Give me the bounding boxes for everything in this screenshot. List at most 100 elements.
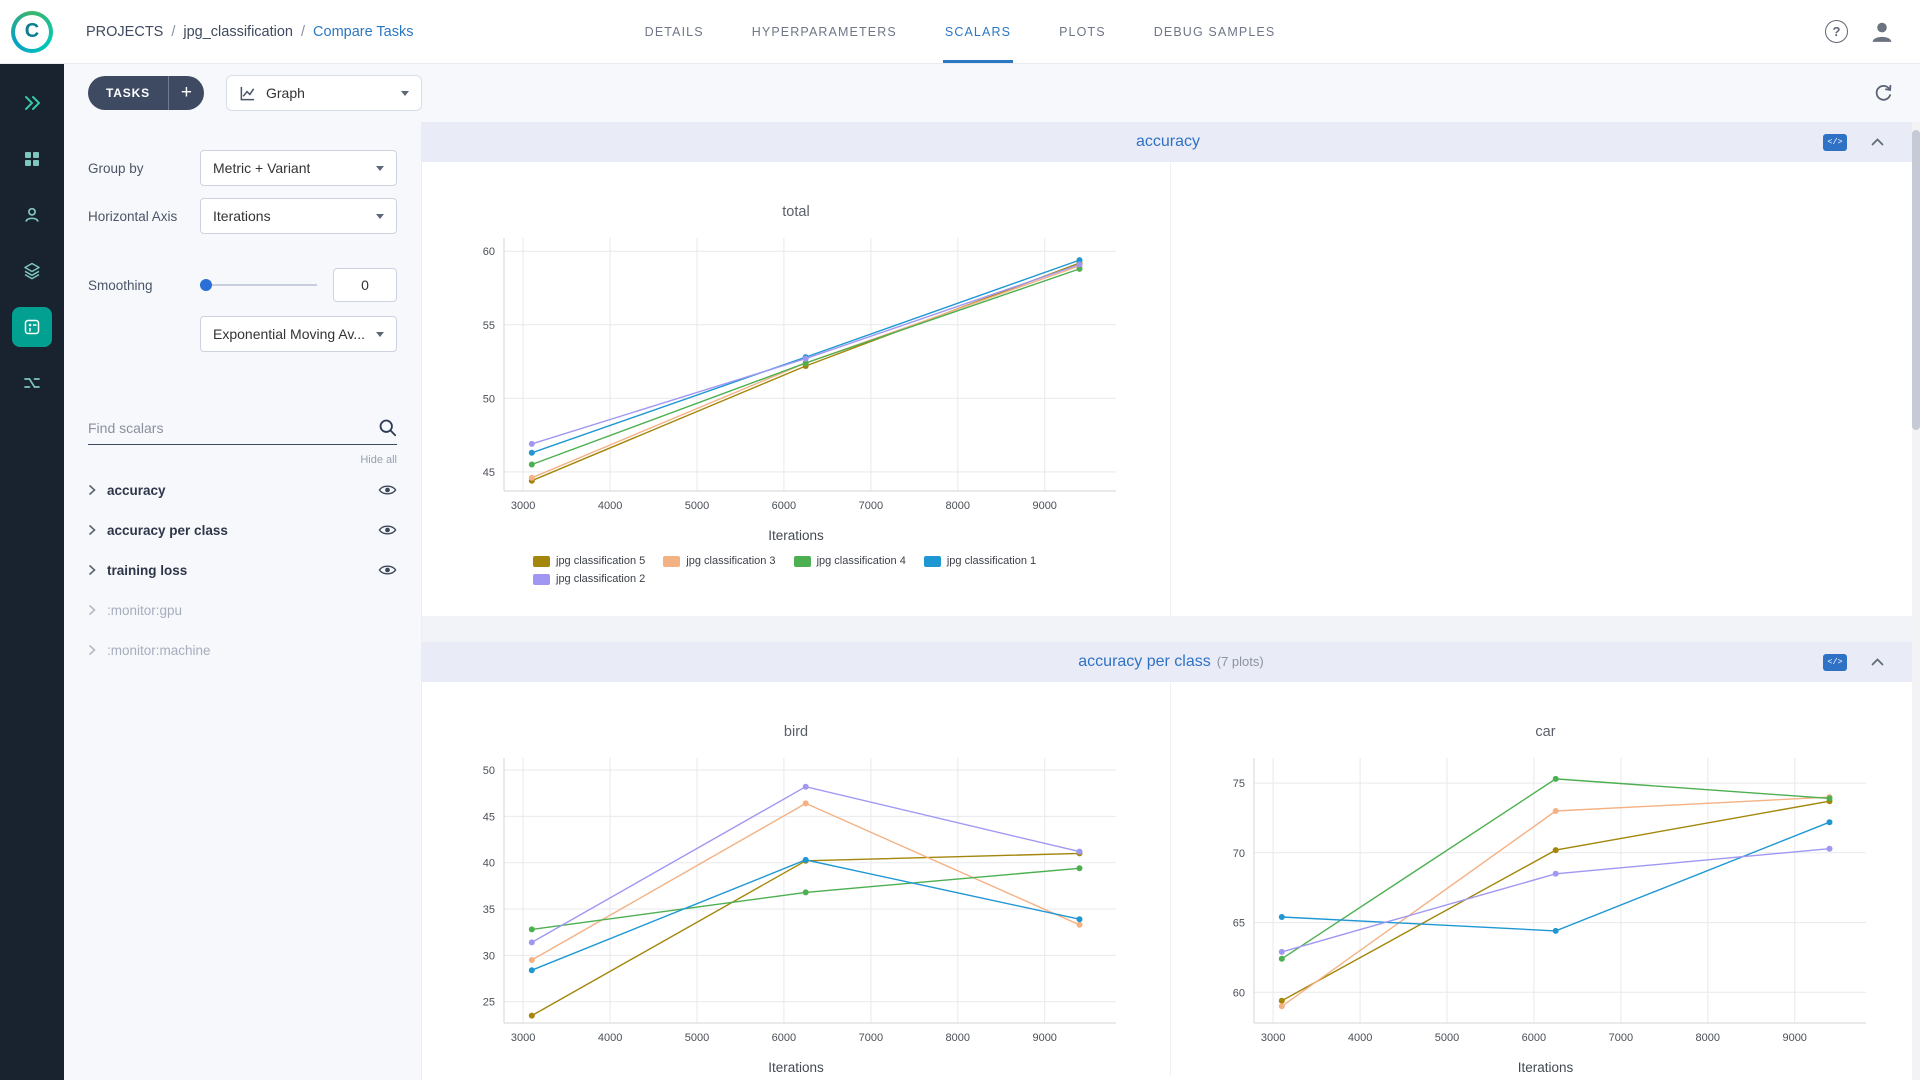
data-point-marker[interactable] [1552,870,1559,877]
legend-label: jpg classification 2 [556,573,646,585]
breadcrumb-current[interactable]: Compare Tasks [313,24,413,40]
scalar-group-monitor-machine[interactable]: :monitor:machine [88,630,397,670]
smoothing-slider-knob[interactable] [200,279,212,291]
tab-scalars[interactable]: SCALARS [942,0,1014,63]
scalar-group-accuracy-per-class[interactable]: accuracy per class [88,510,397,550]
group-by-select[interactable]: Metric + Variant [200,150,397,186]
data-point-marker[interactable] [1552,847,1559,854]
eye-visibility-icon[interactable] [378,483,397,497]
data-point-marker[interactable] [1278,955,1285,962]
tab-details[interactable]: DETAILS [645,0,704,63]
hide-all-link[interactable]: Hide all [88,454,397,466]
breadcrumb-project-name[interactable]: jpg_classification [183,24,293,40]
data-point-marker[interactable] [528,967,535,974]
datasets-icon[interactable] [12,251,52,291]
scalar-group-monitor-gpu[interactable]: :monitor:gpu [88,590,397,630]
data-point-marker[interactable] [1552,775,1559,782]
experiments-icon[interactable] [12,307,52,347]
data-point-marker[interactable] [802,800,809,807]
data-point-marker[interactable] [1076,865,1083,872]
data-point-marker[interactable] [802,783,809,790]
legend-item[interactable]: jpg classification 4 [793,555,906,567]
eye-visibility-icon[interactable] [378,563,397,577]
search-icon[interactable] [378,418,397,437]
user-avatar-icon[interactable] [1868,18,1896,46]
data-point-marker[interactable] [1552,808,1559,814]
data-point-marker[interactable] [528,449,535,456]
data-point-marker[interactable] [802,355,809,362]
data-point-marker[interactable] [1076,848,1083,855]
dashboard-icon[interactable] [12,139,52,179]
pipelines-icon[interactable] [12,363,52,403]
series-line [531,852,1080,1017]
chart-plot-area[interactable]: 3000 4000 5000 6000 7000 8000 9000 60 65 70 75 [1192,750,1900,1058]
tab-hyperparameters[interactable]: HYPERPARAMETERS [752,0,897,63]
data-point-marker[interactable] [1076,916,1083,923]
series-line [531,859,1080,971]
legend-item[interactable]: jpg classification 2 [533,573,645,585]
data-point-marker[interactable] [528,926,535,933]
find-scalars-input[interactable] [88,419,378,436]
data-point-marker[interactable] [802,856,809,863]
data-point-marker[interactable] [1826,845,1832,852]
scalar-group-training-loss[interactable]: training loss [88,550,397,590]
help-icon[interactable]: ? [1825,20,1848,43]
chevron-right-icon[interactable] [88,604,96,616]
chevron-right-icon[interactable] [88,644,96,656]
embed-code-icon[interactable]: </> [1823,133,1847,151]
data-point-marker[interactable] [1076,921,1083,928]
data-point-marker[interactable] [528,440,535,447]
chevron-right-icon[interactable] [88,484,96,496]
chart-canvas[interactable]: 3000 4000 5000 6000 7000 8000 9000 25 30 35 40 45 50 [442,750,1150,1053]
clearml-logo[interactable]: C [11,10,53,53]
collapse-section-icon[interactable] [1871,138,1884,146]
embed-code-icon[interactable]: </> [1823,653,1847,671]
expand-nav-icon[interactable] [12,83,52,123]
vertical-scrollbar[interactable] [1912,122,1920,1080]
chart-plot-area[interactable]: 3000 4000 5000 6000 7000 8000 9000 25 30 35 40 45 50 [442,750,1150,1058]
tab-debug-samples[interactable]: DEBUG SAMPLES [1154,0,1276,63]
data-point-marker[interactable] [1826,795,1832,802]
data-point-marker[interactable] [802,889,809,896]
y-tick-label: 60 [483,246,495,258]
data-point-marker[interactable] [1826,819,1832,826]
x-tick-label: 4000 [598,500,622,512]
data-point-marker[interactable] [1278,948,1285,955]
workers-queues-icon[interactable] [12,195,52,235]
chevron-right-icon[interactable] [88,564,96,576]
scrollbar-thumb[interactable] [1912,130,1920,430]
eye-visibility-icon[interactable] [378,523,397,537]
smoothing-value-input[interactable] [333,268,397,302]
legend-item[interactable]: jpg classification 5 [533,555,645,567]
chart-plot-area[interactable]: 3000 4000 5000 6000 7000 8000 9000 45 50 55 60 [442,230,1150,526]
smoothing-slider[interactable] [200,279,317,291]
legend-item[interactable]: jpg classification 1 [923,555,1036,567]
data-point-marker[interactable] [1552,927,1559,934]
scalar-group-accuracy[interactable]: accuracy [88,470,397,510]
tasks-button[interactable]: TASKS + [88,76,204,110]
y-tick-label: 50 [483,765,495,777]
data-point-marker[interactable] [528,461,535,468]
data-point-marker[interactable] [1278,1003,1285,1010]
view-mode-select[interactable]: Graph [225,75,422,111]
data-point-marker[interactable] [528,939,535,946]
data-point-marker[interactable] [528,1012,535,1019]
chart-title: bird [783,724,809,740]
chart-canvas[interactable]: 3000 4000 5000 6000 7000 8000 9000 60 65 70 75 [1192,750,1900,1053]
breadcrumb-projects[interactable]: PROJECTS [86,24,163,40]
add-task-button[interactable]: + [167,76,204,110]
data-point-marker[interactable] [1278,914,1285,920]
smoothing-type-select[interactable]: Exponential Moving Av... [200,316,397,352]
tab-plots[interactable]: PLOTS [1059,0,1106,63]
legend-label: jpg classification 4 [816,555,906,567]
data-point-marker[interactable] [1076,261,1083,268]
data-point-marker[interactable] [528,474,535,481]
chevron-right-icon[interactable] [88,524,96,536]
data-point-marker[interactable] [1278,997,1285,1004]
horizontal-axis-select[interactable]: Iterations [200,198,397,234]
collapse-section-icon[interactable] [1871,658,1884,666]
chart-canvas[interactable]: 3000 4000 5000 6000 7000 8000 9000 45 50 55 60 [442,230,1150,521]
legend-item[interactable]: jpg classification 3 [663,555,776,567]
auto-refresh-icon[interactable] [1873,83,1894,104]
data-point-marker[interactable] [528,957,535,963]
